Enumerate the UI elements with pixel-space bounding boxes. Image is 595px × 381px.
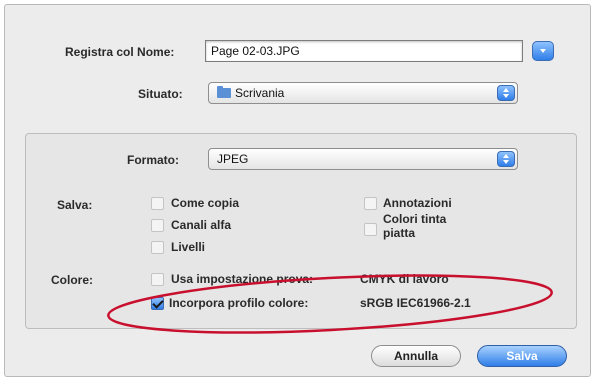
location-popup[interactable]: Scrivania: [208, 82, 518, 104]
annotations-label: Annotazioni: [383, 196, 452, 210]
desktop-folder-icon: [217, 86, 231, 98]
save-button[interactable]: Salva: [477, 345, 567, 367]
alpha-channels-checkbox[interactable]: [151, 219, 164, 232]
format-popup[interactable]: JPEG: [208, 148, 518, 170]
expand-dialog-button[interactable]: [532, 41, 554, 61]
save-dialog: Registra col Nome: Page 02-03.JPG Situat…: [4, 4, 591, 377]
popup-arrows-icon: [497, 85, 515, 101]
filename-input[interactable]: Page 02-03.JPG: [205, 40, 523, 62]
embed-profile-label: Incorpora profilo colore:: [169, 296, 309, 310]
cancel-button[interactable]: Annulla: [371, 345, 461, 367]
embed-profile-checkbox[interactable]: [151, 297, 164, 310]
use-proof-setup-label: Usa impostazione prova:: [171, 272, 314, 286]
spot-colors-label: Colori tinta piatta: [383, 212, 447, 240]
location-value: Scrivania: [235, 86, 285, 100]
layers-checkbox[interactable]: [151, 241, 164, 254]
annotations-checkbox[interactable]: [364, 197, 377, 210]
alpha-channels-label: Canali alfa: [171, 218, 232, 232]
where-label: Situato:: [138, 87, 183, 101]
use-proof-setup-checkbox[interactable]: [151, 273, 164, 286]
layers-label: Livelli: [171, 240, 206, 254]
format-label: Formato:: [127, 153, 179, 167]
format-value: JPEG: [217, 152, 249, 166]
color-label: Colore:: [51, 273, 93, 287]
chevron-down-icon: [540, 49, 546, 53]
spot-colors-checkbox[interactable]: [364, 223, 377, 236]
save-as-copy-checkbox[interactable]: [151, 197, 164, 210]
proof-profile-value: CMYK di lavoro: [360, 272, 449, 286]
popup-arrows-icon: [497, 151, 515, 167]
name-label: Registra col Nome:: [65, 45, 175, 59]
embed-profile-value: sRGB IEC61966-2.1: [360, 296, 471, 310]
save-label: Salva:: [57, 198, 93, 212]
filename-value: Page 02-03.JPG: [211, 44, 300, 58]
save-as-copy-label: Come copia: [171, 196, 240, 210]
